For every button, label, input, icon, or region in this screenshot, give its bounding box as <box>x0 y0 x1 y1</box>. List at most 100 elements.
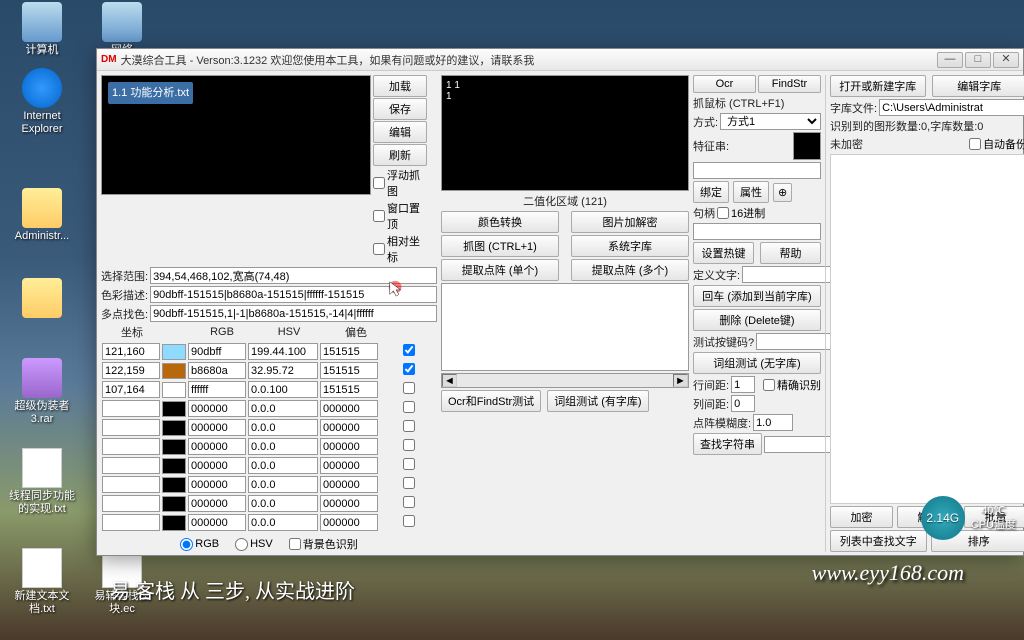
offset-input[interactable] <box>320 438 378 455</box>
save-button[interactable]: 保存 <box>373 98 427 120</box>
attr-button[interactable]: 属性 <box>733 181 769 203</box>
desktop-icon[interactable]: Administr... <box>6 188 78 243</box>
fontlib-list[interactable] <box>830 154 1024 504</box>
float-capture-check[interactable]: 浮动抓图 <box>373 167 427 199</box>
maximize-button[interactable]: □ <box>965 52 991 68</box>
rowgap-input[interactable] <box>731 376 755 393</box>
coord-input[interactable] <box>102 343 160 360</box>
coord-input[interactable] <box>102 438 160 455</box>
coord-input[interactable] <box>102 476 160 493</box>
row-check[interactable] <box>380 477 438 489</box>
rgb-input[interactable] <box>188 362 246 379</box>
minimize-button[interactable]: — <box>937 52 963 68</box>
target-icon[interactable]: ⊕ <box>773 183 792 202</box>
offset-input[interactable] <box>320 381 378 398</box>
coord-input[interactable] <box>102 495 160 512</box>
color-convert-button[interactable]: 颜色转换 <box>441 211 559 233</box>
coord-input[interactable] <box>102 457 160 474</box>
hex-check[interactable]: 16进制 <box>717 205 765 221</box>
mode-select[interactable]: 方式1 <box>720 113 821 130</box>
edit-fontlib-button[interactable]: 编辑字库 <box>932 75 1024 97</box>
desktop-icon[interactable]: 超级伪装者3.rar <box>6 358 78 426</box>
libfile-input[interactable] <box>879 99 1024 116</box>
range-input[interactable] <box>150 267 437 284</box>
precise-check[interactable]: 精确识别 <box>763 377 821 393</box>
delete-button[interactable]: 删除 (Delete键) <box>693 309 821 331</box>
row-check[interactable] <box>380 344 438 356</box>
hsv-input[interactable] <box>248 438 318 455</box>
rgb-input[interactable] <box>188 343 246 360</box>
rgb-input[interactable] <box>188 381 246 398</box>
autobackup-check[interactable]: 自动备份 <box>969 136 1024 152</box>
offset-input[interactable] <box>320 514 378 531</box>
findlist-button[interactable]: 列表中查找文字 <box>830 530 927 552</box>
hsv-input[interactable] <box>248 362 318 379</box>
desktop-icon[interactable]: 新建文本文档.txt <box>6 548 78 616</box>
hotkey-button[interactable]: 设置热键 <box>693 242 754 264</box>
row-check[interactable] <box>380 515 438 527</box>
hsv-input[interactable] <box>248 400 318 417</box>
handle-input[interactable] <box>693 223 821 240</box>
rgb-input[interactable] <box>188 438 246 455</box>
row-check[interactable] <box>380 496 438 508</box>
coord-input[interactable] <box>102 400 160 417</box>
help-button[interactable]: 帮助 <box>760 242 821 264</box>
rgb-radio[interactable]: RGB <box>180 538 219 551</box>
close-button[interactable]: ✕ <box>993 52 1019 68</box>
colgap-input[interactable] <box>731 395 755 412</box>
hsv-radio[interactable]: HSV <box>235 538 273 551</box>
topmost-check[interactable]: 窗口置顶 <box>373 200 427 232</box>
ocr-button[interactable]: Ocr <box>693 75 756 93</box>
hsv-input[interactable] <box>248 476 318 493</box>
bind-button[interactable]: 绑定 <box>693 181 729 203</box>
findstr-button[interactable]: FindStr <box>758 75 821 93</box>
colordesc-input[interactable] <box>150 286 437 303</box>
rgb-input[interactable] <box>188 495 246 512</box>
decrypt-img-button[interactable]: 图片加解密 <box>571 211 689 233</box>
rgb-input[interactable] <box>188 457 246 474</box>
coord-input[interactable] <box>102 419 160 436</box>
hsv-input[interactable] <box>248 457 318 474</box>
text-area[interactable] <box>441 283 689 371</box>
titlebar[interactable]: DM 大漠综合工具 - Verson:3.1232 欢迎您使用本工具，如果有问题… <box>97 49 1023 71</box>
rgb-input[interactable] <box>188 419 246 436</box>
coord-input[interactable] <box>102 362 160 379</box>
blur-input[interactable] <box>753 414 793 431</box>
relative-coord-check[interactable]: 相对坐标 <box>373 233 427 265</box>
ocr-test-button[interactable]: Ocr和FindStr测试 <box>441 390 541 412</box>
coord-input[interactable] <box>102 514 160 531</box>
rgb-input[interactable] <box>188 476 246 493</box>
wordgroup-test1-button[interactable]: 词组测试 (有字库) <box>547 390 648 412</box>
extract-single-button[interactable]: 提取点阵 (单个) <box>441 259 559 281</box>
row-check[interactable] <box>380 439 438 451</box>
coord-input[interactable] <box>102 381 160 398</box>
enter-add-button[interactable]: 回车 (添加到当前字库) <box>693 285 821 307</box>
load-button[interactable]: 加载 <box>373 75 427 97</box>
bgcolor-check[interactable]: 背景色识别 <box>289 536 358 552</box>
open-fontlib-button[interactable]: 打开或新建字库 <box>830 75 926 97</box>
refresh-button[interactable]: 刷新 <box>373 144 427 166</box>
multicolor-input[interactable] <box>150 305 437 322</box>
hsv-input[interactable] <box>248 381 318 398</box>
offset-input[interactable] <box>320 343 378 360</box>
edit-button[interactable]: 编辑 <box>373 121 427 143</box>
sys-fontlib-button[interactable]: 系统字库 <box>571 235 689 257</box>
rgb-input[interactable] <box>188 400 246 417</box>
offset-input[interactable] <box>320 362 378 379</box>
desktop-icon[interactable]: 线程同步功能的实现.txt <box>6 448 78 516</box>
h-scrollbar[interactable]: ◄► <box>441 373 689 388</box>
hsv-input[interactable] <box>248 514 318 531</box>
offset-input[interactable] <box>320 419 378 436</box>
desktop-icon[interactable]: Internet Explorer <box>6 68 78 136</box>
wordgroup-test2-button[interactable]: 词组测试 (无字库) <box>693 352 821 374</box>
feature-input[interactable] <box>693 162 821 179</box>
offset-input[interactable] <box>320 476 378 493</box>
hsv-input[interactable] <box>248 495 318 512</box>
row-check[interactable] <box>380 363 438 375</box>
desktop-icon[interactable] <box>6 278 78 320</box>
extract-multi-button[interactable]: 提取点阵 (多个) <box>571 259 689 281</box>
encrypt-button[interactable]: 加密 <box>830 506 893 528</box>
offset-input[interactable] <box>320 495 378 512</box>
rgb-input[interactable] <box>188 514 246 531</box>
row-check[interactable] <box>380 420 438 432</box>
